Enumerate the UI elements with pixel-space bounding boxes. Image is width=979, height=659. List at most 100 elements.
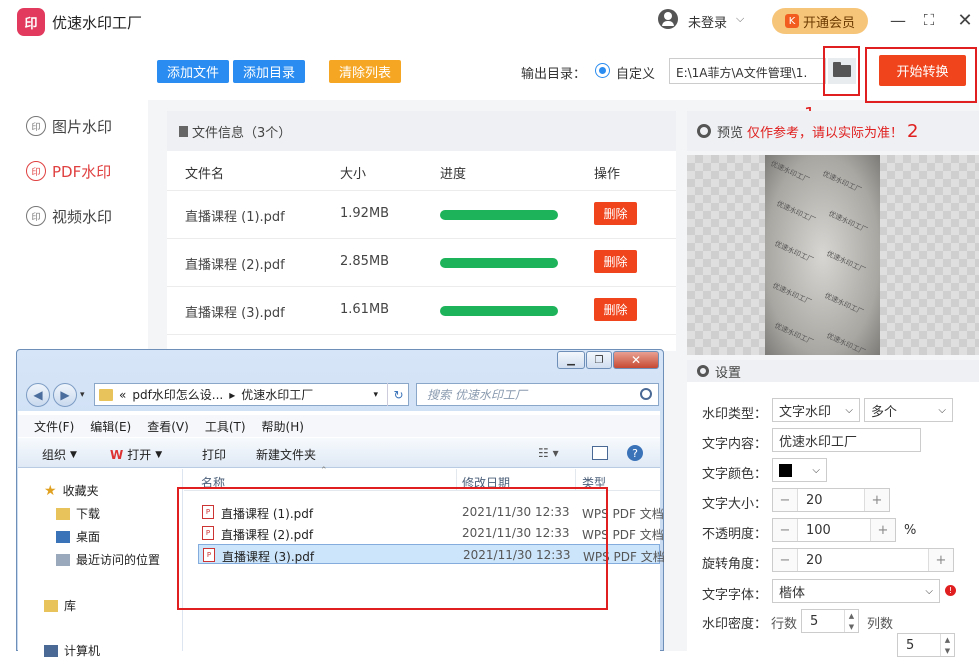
minus-icon[interactable]: − xyxy=(773,549,797,571)
watermark-text: 优速水印工厂 xyxy=(775,199,817,225)
user-avatar-icon[interactable] xyxy=(658,9,678,29)
plus-icon[interactable]: + xyxy=(929,549,953,571)
forward-arrow-icon[interactable]: ▶ xyxy=(53,383,77,407)
folder-icon xyxy=(56,507,70,520)
print-button[interactable]: 打印 xyxy=(202,446,226,463)
breadcrumb-part[interactable]: 优速水印工厂 xyxy=(241,386,313,403)
login-status[interactable]: 未登录 xyxy=(688,12,727,31)
new-folder-button[interactable]: 新建文件夹 xyxy=(256,446,316,463)
rotation-label: 旋转角度： xyxy=(702,557,768,572)
warning-icon[interactable]: ! xyxy=(945,585,956,596)
breadcrumb-part[interactable]: pdf水印怎么设... xyxy=(132,386,223,403)
nav-favorites[interactable]: ★ 收藏夹 xyxy=(44,482,99,499)
organize-button[interactable]: 组织 ▼ xyxy=(42,446,77,463)
opacity-value[interactable]: 100 xyxy=(797,519,871,541)
plus-icon[interactable]: + xyxy=(871,519,895,541)
sort-arrow-icon: ⌃ xyxy=(320,466,328,476)
divider xyxy=(167,334,676,335)
chevron-down-icon[interactable]: ▾ xyxy=(373,390,378,400)
chevron-down-icon: ⌵ xyxy=(812,464,820,476)
wm-type-select[interactable]: 文字水印 ⌵ xyxy=(772,398,860,422)
minimize-icon[interactable]: — xyxy=(886,8,910,32)
open-button[interactable]: W 打开 ▼ xyxy=(110,446,162,463)
divider xyxy=(167,238,676,239)
view-options-icon[interactable]: ☷ ▾ xyxy=(538,446,559,460)
menu-help[interactable]: 帮助(H) xyxy=(262,418,304,435)
rotation-stepper[interactable]: −20 + xyxy=(772,548,954,572)
font-select[interactable]: 楷体 ⌵ xyxy=(772,579,940,603)
vip-button[interactable]: K 开通会员 xyxy=(772,8,868,34)
watermark-text: 优速水印工厂 xyxy=(827,209,869,235)
watermark-text: 优速水印工厂 xyxy=(825,331,867,357)
delete-button[interactable]: 删除 xyxy=(594,250,637,273)
address-bar[interactable]: « pdf水印怎么设... ▸ 优速水印工厂 ▾ xyxy=(94,383,409,406)
text-size-stepper[interactable]: −20 + xyxy=(772,488,890,512)
watermark-text: 优速水印工厂 xyxy=(769,159,811,185)
maximize-icon[interactable]: ⛶ xyxy=(917,8,941,32)
plus-icon[interactable]: + xyxy=(865,489,889,511)
custom-radio-label[interactable]: 自定义 xyxy=(616,63,655,82)
nav-downloads[interactable]: 下载 xyxy=(56,505,100,522)
watermark-icon: 印 xyxy=(26,161,46,181)
minus-icon[interactable]: − xyxy=(773,489,797,511)
delete-button[interactable]: 删除 xyxy=(594,202,637,225)
close-icon[interactable]: ✕ xyxy=(953,8,977,32)
search-input[interactable]: 搜索 优速水印工厂 xyxy=(416,383,659,406)
search-icon[interactable] xyxy=(640,388,652,400)
chevron-down-icon[interactable]: ⌵ xyxy=(736,12,744,26)
chevron-down-icon: ⌵ xyxy=(938,404,946,416)
file-size: 1.61MB xyxy=(340,302,390,317)
sidebar-item-image-watermark[interactable]: 印 图片水印 xyxy=(26,114,112,138)
sidebar-item-label: 图片水印 xyxy=(52,117,113,136)
sidebar-item-video-watermark[interactable]: 印 视频水印 xyxy=(26,204,112,228)
back-arrow-icon[interactable]: ◀ xyxy=(26,383,50,407)
gear-icon xyxy=(697,365,709,377)
close-icon[interactable]: ✕ xyxy=(613,351,659,369)
open-label: 打开 xyxy=(127,448,152,462)
file-name: 直播课程 (3).pdf xyxy=(185,306,285,321)
nav-library[interactable]: 库 xyxy=(44,597,76,614)
sidebar-item-pdf-watermark[interactable]: 印 PDF水印 xyxy=(26,159,111,183)
custom-radio[interactable] xyxy=(595,63,610,78)
output-path-input[interactable]: E:\1A菲方\A文件管理\1. xyxy=(669,58,826,84)
restore-icon[interactable]: ❐ xyxy=(586,351,612,369)
menu-tools[interactable]: 工具(T) xyxy=(205,418,246,435)
text-color-picker[interactable]: ⌵ xyxy=(772,458,827,482)
recent-places-icon xyxy=(56,553,70,566)
vip-icon: K xyxy=(784,14,799,28)
delete-button[interactable]: 删除 xyxy=(594,298,637,321)
rotation-value[interactable]: 20 xyxy=(797,549,929,571)
breadcrumb-separator[interactable]: ▸ xyxy=(229,388,235,402)
menu-view[interactable]: 查看(V) xyxy=(147,418,189,435)
clear-list-button[interactable]: 清除列表 xyxy=(329,60,401,83)
nav-recent[interactable]: 最近访问的位置 xyxy=(56,551,160,568)
text-size-value[interactable]: 20 xyxy=(797,489,865,511)
nav-desktop[interactable]: 桌面 xyxy=(56,528,100,545)
progress-bar xyxy=(440,258,558,268)
watermark-icon: 印 xyxy=(26,116,46,136)
chevron-down-icon[interactable]: ▾ xyxy=(80,390,85,400)
chevron-down-icon: ▼ xyxy=(70,449,77,460)
rows-spinner[interactable]: 5 ▲ ▼ xyxy=(801,609,859,633)
minimize-icon[interactable]: ▁ xyxy=(557,351,585,369)
spinner-arrows-icon[interactable]: ▲ ▼ xyxy=(844,610,858,632)
opacity-stepper[interactable]: −100 + xyxy=(772,518,896,542)
nav-label: 收藏夹 xyxy=(62,484,99,498)
help-icon[interactable]: ? xyxy=(627,445,643,461)
wm-count-select[interactable]: 多个 ⌵ xyxy=(864,398,953,422)
spinner-arrows-icon[interactable]: ▲ ▼ xyxy=(940,634,954,656)
add-file-button[interactable]: 添加文件 xyxy=(157,60,229,83)
preview-pane-icon[interactable] xyxy=(592,446,608,460)
text-content-label: 文字内容： xyxy=(702,437,768,452)
minus-icon[interactable]: − xyxy=(773,519,797,541)
add-folder-button[interactable]: 添加目录 xyxy=(233,60,305,83)
command-bar: 组织 ▼ W 打开 ▼ 打印 新建文件夹 ☷ ▾ ? xyxy=(18,438,660,468)
menu-edit[interactable]: 编辑(E) xyxy=(90,418,131,435)
annotation-2: 2 xyxy=(907,120,919,142)
menu-file[interactable]: 文件(F) xyxy=(34,418,74,435)
preview-page: 优速水印工厂 优速水印工厂 优速水印工厂 优速水印工厂 优速水印工厂 优速水印工… xyxy=(765,155,880,357)
refresh-icon[interactable]: ↻ xyxy=(387,383,409,406)
watermark-text: 优速水印工厂 xyxy=(773,239,815,265)
text-content-input[interactable]: 优速水印工厂 xyxy=(772,428,921,452)
cols-spinner[interactable]: 5 ▲ ▼ xyxy=(897,633,955,657)
